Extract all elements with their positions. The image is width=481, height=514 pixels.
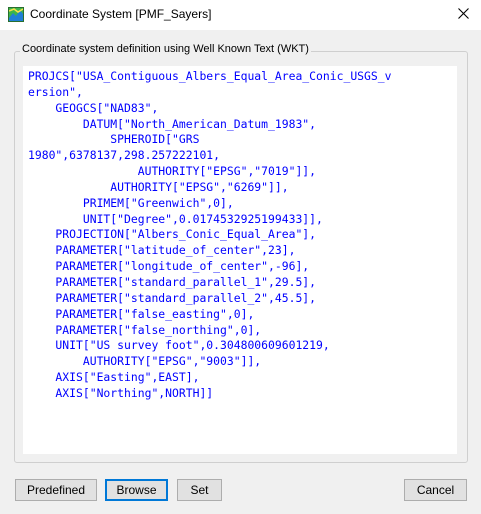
browse-button[interactable]: Browse [105,479,168,501]
wkt-line: DATUM["North_American_Datum_1983", [28,116,317,131]
close-icon [457,8,469,22]
window-title: Coordinate System [PMF_Sayers] [30,7,212,21]
wkt-line: GEOGCS["NAD83", [28,100,159,115]
wkt-line: AXIS["Northing",NORTH]] [28,385,214,400]
wkt-line: AUTHORITY["EPSG","7019"]], [28,164,317,179]
wkt-line: PARAMETER["longitude_of_center",-96], [28,259,310,274]
predefined-button[interactable]: Predefined [15,479,97,501]
wkt-line: PARAMETER["false_northing",0], [28,322,262,337]
set-button[interactable]: Set [177,479,222,501]
wkt-text: PROJCS["USA_Contiguous_Albers_Equal_Area… [23,66,457,405]
wkt-text-area[interactable]: PROJCS["USA_Contiguous_Albers_Equal_Area… [23,66,457,454]
wkt-line: AUTHORITY["EPSG","9003"]], [28,354,262,369]
wkt-line: ersion", [28,84,83,99]
wkt-line: UNIT["US survey foot",0.304800609601219, [28,338,330,353]
wkt-line: PRIMEM["Greenwich",0], [28,195,234,210]
wkt-line: SPHEROID["GRS [28,132,200,147]
wkt-line: PARAMETER["latitude_of_center",23], [28,243,296,258]
wkt-line: UNIT["Degree",0.0174532925199433]], [28,211,323,226]
wkt-line: AXIS["Easting",EAST], [28,370,200,385]
wkt-line: PARAMETER["standard_parallel_1",29.5], [28,274,317,289]
wkt-line: PARAMETER["false_easting",0], [28,306,255,321]
wkt-line: PROJECTION["Albers_Conic_Equal_Area"], [28,227,317,242]
title-bar: Coordinate System [PMF_Sayers] [0,0,481,30]
close-button[interactable] [445,0,481,30]
cancel-button[interactable]: Cancel [404,479,467,501]
wkt-line: 1980",6378137,298.257222101, [28,148,221,163]
coordinate-system-app-icon [8,7,24,22]
groupbox-legend: Coordinate system definition using Well … [20,43,311,55]
wkt-line: PROJCS["USA_Contiguous_Albers_Equal_Area… [28,69,392,83]
wkt-line: PARAMETER["standard_parallel_2",45.5], [28,290,317,305]
wkt-line: AUTHORITY["EPSG","6269"]], [28,179,289,194]
